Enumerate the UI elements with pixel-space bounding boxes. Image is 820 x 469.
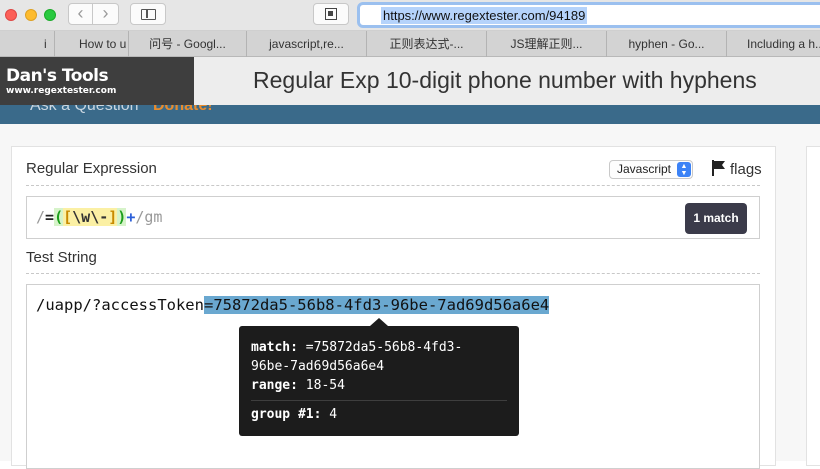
regex-quantifier: + (126, 208, 136, 226)
page-title: Regular Exp 10-digit phone number with h… (253, 67, 757, 93)
side-panel (806, 146, 820, 466)
minimize-window-button[interactable] (25, 9, 37, 21)
flag-icon (712, 160, 725, 176)
tooltip-divider (251, 400, 507, 401)
site-nav: Ask a Question Donate! (0, 105, 820, 124)
test-section-title: Test String (26, 249, 97, 266)
select-stepper-icon: ▲ ▼ (677, 162, 691, 177)
back-button[interactable]: ‹ (68, 3, 93, 25)
tooltip-match-line: match: =75872da5-56b8-4fd3- (251, 340, 462, 355)
tab-label: How to u (79, 37, 127, 51)
regex-section-title: Regular Expression (26, 160, 157, 177)
tab-label: 正则表达式-... (389, 37, 464, 51)
regex-literal: = (45, 208, 55, 226)
tab-6[interactable]: JS理解正则... (486, 31, 606, 57)
browser-toolbar: ‹ › https://www.regextester.com/94189 (0, 0, 820, 31)
tab-4[interactable]: javascript,re... (246, 31, 366, 57)
tab-label: i (44, 37, 47, 51)
tooltip-range-label: range: (251, 378, 298, 393)
regex-escape-word: \w (72, 208, 91, 226)
reader-icon (325, 8, 337, 20)
regex-flags: gm (144, 208, 163, 226)
site-header: Dan's Tools www.regextester.com Regular … (0, 57, 820, 105)
regex-set-open: [ (63, 208, 73, 226)
test-string-prefix: /uapp/?accessToken (36, 296, 204, 314)
tab-7[interactable]: hyphen - Go... (606, 31, 726, 57)
tab-1[interactable]: i (0, 31, 54, 57)
tooltip-range-line: range: 18-54 (251, 378, 345, 393)
flags-button[interactable]: flags (712, 160, 762, 178)
tab-5[interactable]: 正则表达式-... (366, 31, 486, 57)
tooltip-match-value: =75872da5-56b8-4fd3- (305, 340, 463, 355)
logo-title: Dan's Tools (6, 66, 109, 86)
tab-label: 问号 - Googl... (149, 37, 226, 51)
regex-input[interactable]: /=([\w\-])+/gm (26, 196, 760, 239)
regex-escape-dash: \- (90, 208, 109, 226)
flavor-select[interactable]: Javascript ▲ ▼ (609, 160, 693, 179)
section-divider (26, 273, 760, 274)
section-divider (26, 185, 760, 186)
tab-label: javascript,re... (269, 37, 344, 51)
close-window-button[interactable] (5, 9, 17, 21)
match-count-badge: 1 match (685, 203, 747, 234)
site-logo[interactable]: Dan's Tools www.regextester.com (0, 57, 194, 105)
flags-label: flags (730, 161, 762, 178)
tab-label: JS理解正则... (510, 37, 583, 51)
tooltip-group-value: 4 (329, 407, 338, 422)
zoom-window-button[interactable] (44, 9, 56, 21)
tab-label: hyphen - Go... (628, 37, 705, 51)
chevron-left-icon: ‹ (77, 3, 84, 23)
sidebar-icon (141, 9, 156, 20)
regex-group-close: ) (117, 208, 127, 226)
regex-group-open: ( (54, 208, 64, 226)
tooltip-group-line: group #1: 4 (251, 407, 337, 422)
tab-8[interactable]: Including a h... (726, 31, 820, 57)
ask-question-link[interactable]: Ask a Question (30, 105, 139, 115)
address-bar[interactable]: https://www.regextester.com/94189 (357, 2, 820, 28)
tooltip-match-label: match: (251, 340, 298, 355)
tooltip-match-continued: 96be-7ad69d56a6e4 (251, 359, 385, 374)
reader-mode-button[interactable] (313, 3, 349, 25)
chevron-right-icon: › (102, 3, 109, 23)
donate-link[interactable]: Donate! (153, 105, 213, 115)
tab-strip: i How to u 问号 - Googl... javascript,re..… (0, 31, 820, 57)
regex-set-close: ] (108, 208, 118, 226)
tab-2[interactable]: How to u (54, 31, 128, 57)
tab-label: Including a h... (747, 37, 820, 51)
logo-subtitle: www.regextester.com (6, 86, 117, 96)
tooltip-range-value: 18-54 (305, 378, 345, 393)
tooltip-arrow (370, 318, 388, 326)
forward-button[interactable]: › (93, 3, 119, 25)
tab-3[interactable]: 问号 - Googl... (128, 31, 246, 57)
sidebar-toggle-button[interactable] (130, 3, 166, 25)
flavor-select-value: Javascript (617, 162, 672, 176)
tooltip-group-label: group #1: (251, 407, 322, 422)
regex-expression[interactable]: /=([\w\-])+/gm (36, 208, 162, 226)
address-url[interactable]: https://www.regextester.com/94189 (381, 7, 588, 24)
match-highlight[interactable]: =75872da5-56b8-4fd3-96be-7ad69d56a6e4 (203, 296, 550, 314)
match-tooltip: match: =75872da5-56b8-4fd3- 96be-7ad69d5… (239, 318, 519, 436)
test-string-text[interactable]: /uapp/?accessToken=75872da5-56b8-4fd3-96… (36, 296, 550, 314)
regex-delimiter-open: / (36, 208, 46, 226)
